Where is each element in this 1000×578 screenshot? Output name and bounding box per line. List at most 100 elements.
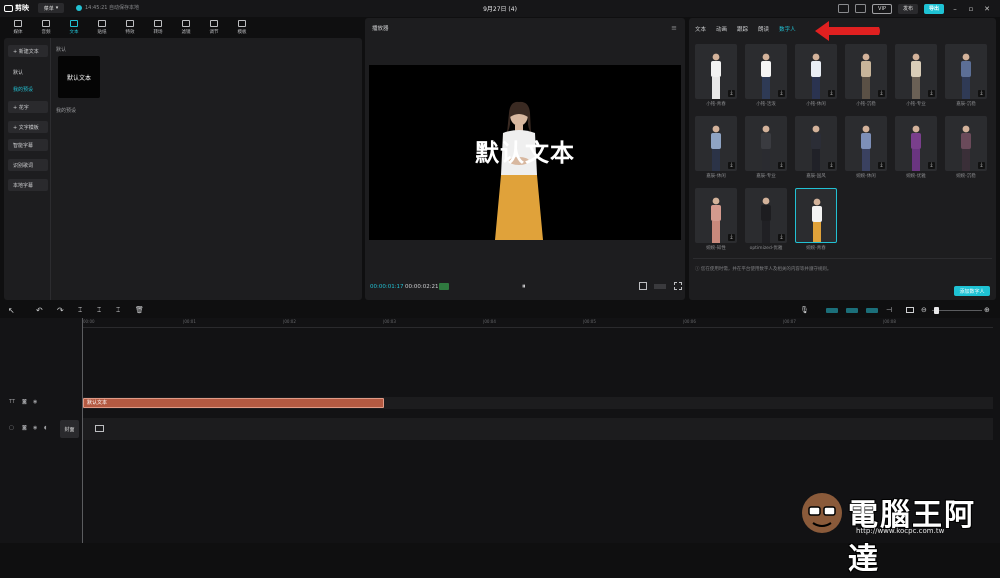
default-text-template[interactable]: 默认文本	[58, 56, 100, 98]
digital-human-card[interactable]: ⤓	[745, 188, 787, 243]
ratio-icon[interactable]	[654, 284, 666, 289]
download-icon[interactable]: ⤓	[978, 90, 985, 97]
subnav-item-5[interactable]: 智能字幕	[8, 139, 48, 151]
tab-2[interactable]: 跟踪	[737, 25, 748, 33]
delete-icon[interactable]: 🗑	[135, 306, 144, 314]
download-icon[interactable]: ⤓	[828, 90, 835, 97]
digital-human-card[interactable]: ⤓	[745, 44, 787, 99]
audio-icon[interactable]: ◖	[44, 425, 47, 431]
main-video-track[interactable]	[83, 418, 993, 440]
align-icon[interactable]: ⊣	[886, 306, 892, 314]
menu-button[interactable]: 菜单 ▾	[38, 3, 64, 13]
cursor-icon[interactable]: ↖	[8, 306, 15, 315]
download-icon[interactable]: ⤓	[928, 162, 935, 169]
toolbar-item-4[interactable]: 特效	[116, 17, 144, 38]
digital-human-card[interactable]: ⤓	[745, 116, 787, 171]
digital-human-card[interactable]: ⤓	[845, 44, 887, 99]
split-icon[interactable]: ⌶	[78, 306, 82, 315]
tab-3[interactable]: 朗读	[758, 25, 769, 33]
download-icon[interactable]: ⤓	[728, 162, 735, 169]
tab-4[interactable]: 数字人	[779, 25, 796, 33]
more-icon[interactable]: ≡	[671, 24, 677, 32]
digital-human-card[interactable]: ⤓	[895, 116, 937, 171]
lock-icon[interactable]: ◙	[22, 399, 27, 405]
download-icon[interactable]: ⤓	[878, 90, 885, 97]
microphone-icon[interactable]: 🎙	[800, 306, 809, 314]
download-icon[interactable]: ⤓	[778, 90, 785, 97]
maximize-icon[interactable]: ▫	[966, 5, 976, 13]
undo-icon[interactable]: ↶	[36, 306, 43, 315]
lock-icon[interactable]: ◙	[22, 425, 27, 431]
screenshot-icon[interactable]	[639, 282, 647, 290]
eye-icon[interactable]: ◉	[33, 399, 37, 405]
caption-icon[interactable]	[906, 307, 914, 313]
subnav-item-1[interactable]: 默认	[8, 66, 48, 78]
pause-button[interactable]: ⏸	[522, 282, 526, 291]
digital-human-card[interactable]: ⤓	[895, 44, 937, 99]
download-icon[interactable]: ⤓	[778, 162, 785, 169]
download-icon[interactable]: ⤓	[878, 162, 885, 169]
subnav-item-2[interactable]: 我的预设	[8, 83, 48, 95]
digital-human-card[interactable]: ⤓	[945, 44, 987, 99]
add-digital-human-button[interactable]: 添加数字人	[954, 286, 990, 296]
zoom-out-icon[interactable]: ⊖	[921, 306, 927, 314]
download-icon[interactable]: ⤓	[728, 90, 735, 97]
share-button[interactable]: 发布	[897, 3, 918, 14]
link-icon[interactable]	[846, 308, 858, 313]
fullscreen-icon[interactable]	[674, 282, 682, 290]
toolbar-item-5[interactable]: 转场	[144, 17, 172, 38]
keyboard-icon[interactable]	[838, 4, 850, 13]
toolbar-item-2[interactable]: 文本	[60, 17, 88, 38]
download-icon[interactable]: ⤓	[828, 162, 835, 169]
subnav-item-3[interactable]: + 花字	[8, 101, 48, 113]
cover-button[interactable]: 封面	[60, 420, 79, 438]
toolbar-item-0[interactable]: 媒体	[4, 17, 32, 38]
preview-canvas[interactable]: 默认文本	[369, 65, 681, 240]
digital-human-card[interactable]: ⤓	[695, 44, 737, 99]
download-icon[interactable]: ⤓	[778, 234, 785, 241]
digital-human-card[interactable]	[795, 188, 837, 243]
digital-human-card[interactable]: ⤓	[795, 116, 837, 171]
subnav-item-7[interactable]: 本地字幕	[8, 179, 48, 191]
video-icon	[95, 425, 104, 432]
toolbar-item-6[interactable]: 滤镜	[172, 17, 200, 38]
download-icon[interactable]: ⤓	[978, 162, 985, 169]
digital-human-card[interactable]: ⤓	[695, 188, 737, 243]
redo-icon[interactable]: ↷	[57, 306, 64, 315]
eye-icon[interactable]: ◉	[33, 425, 37, 431]
timeline-ruler[interactable]: 00:00 |00:01 |00:02 |00:03 |00:04 |00:05 |00:0…	[83, 318, 993, 328]
preview-axis-icon[interactable]	[866, 308, 878, 313]
digital-human-card[interactable]: ⤓	[945, 116, 987, 171]
subnav-item-0[interactable]: + 新建文本	[8, 45, 48, 57]
export-button[interactable]: 导出	[923, 3, 944, 14]
minimize-icon[interactable]: –	[950, 5, 960, 13]
magnet-icon[interactable]	[826, 308, 838, 313]
zoom-slider[interactable]	[932, 310, 982, 311]
vip-badge[interactable]: VIP	[872, 3, 892, 14]
toolbar-item-3[interactable]: 贴纸	[88, 17, 116, 38]
tab-0[interactable]: 文本	[695, 25, 706, 33]
subnav-item-6[interactable]: 识别歌词	[8, 159, 48, 171]
download-icon[interactable]: ⤓	[928, 90, 935, 97]
split-right-icon[interactable]: ⌶	[116, 306, 120, 315]
tab-1[interactable]: 动画	[716, 25, 727, 33]
digital-human-figure	[495, 101, 543, 240]
person-figure	[761, 125, 771, 171]
digital-human-card[interactable]: ⤓	[795, 44, 837, 99]
layout-icon[interactable]	[855, 4, 867, 13]
title-bar: 剪映 菜单 ▾ 14:45:21 自动保存本地 9月27日 (4) VIP 发布 …	[0, 0, 1000, 17]
digital-human-card[interactable]: ⤓	[695, 116, 737, 171]
zoom-slider-handle[interactable]	[934, 307, 939, 314]
download-icon[interactable]: ⤓	[728, 234, 735, 241]
close-icon[interactable]: ✕	[982, 5, 992, 13]
zoom-in-icon[interactable]: ⊕	[984, 306, 990, 314]
toolbar-item-1[interactable]: 音频	[32, 17, 60, 38]
playhead[interactable]	[82, 318, 83, 543]
digital-human-card[interactable]: ⤓	[845, 116, 887, 171]
canvas-text[interactable]: 默认文本	[369, 133, 681, 168]
toolbar-item-7[interactable]: 调节	[200, 17, 228, 38]
toolbar-item-8[interactable]: 模板	[228, 17, 256, 38]
text-clip[interactable]: 默认文本	[83, 398, 384, 408]
split-left-icon[interactable]: ⌶	[97, 306, 101, 315]
subnav-item-4[interactable]: + 文字模板	[8, 121, 48, 133]
